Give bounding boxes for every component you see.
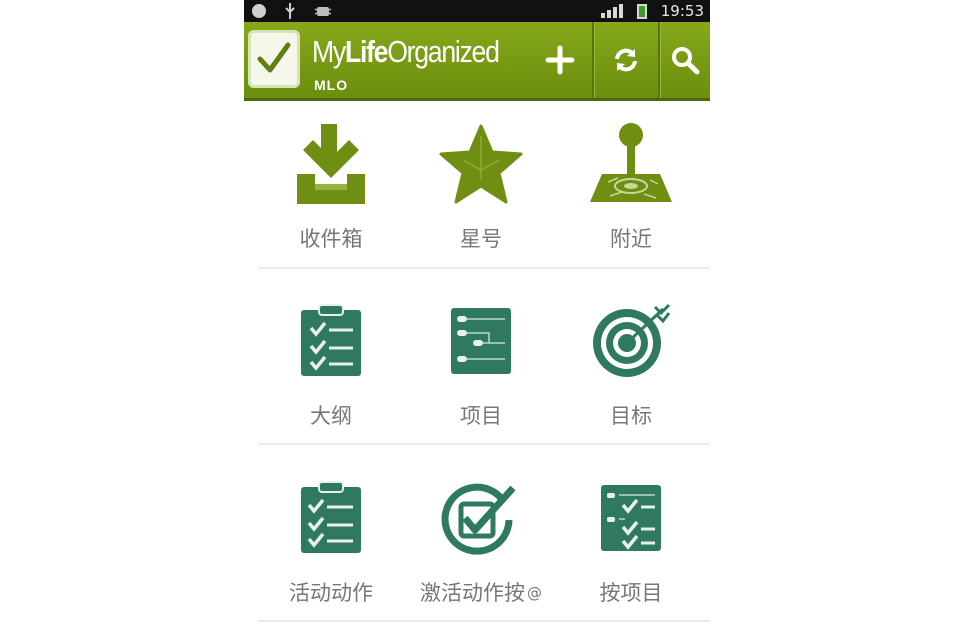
- app-title-life: Life: [344, 34, 389, 69]
- app-title: MyLifeOrganized: [312, 34, 500, 70]
- status-bar: 19:53: [244, 0, 710, 22]
- at-icon: @: [527, 584, 542, 602]
- by-project-checklist-icon: [601, 485, 661, 551]
- tile-starred[interactable]: 星号: [406, 101, 556, 277]
- tile-label: 附近: [610, 227, 652, 251]
- search-button[interactable]: [660, 22, 710, 98]
- tile-goals[interactable]: 目标: [556, 278, 706, 454]
- signal-icon: [600, 4, 623, 18]
- tile-label: 按项目: [599, 581, 663, 605]
- checkmark-logo-icon: [257, 42, 291, 73]
- check-circle-icon: [441, 483, 516, 555]
- plus-icon: [545, 45, 575, 75]
- inbox-download-icon: [297, 124, 365, 204]
- app-subtitle: MLO: [314, 77, 349, 93]
- android-debug-icon: [314, 7, 332, 16]
- tile-active-actions[interactable]: 活动动作: [256, 455, 406, 631]
- tile-label: 目标: [610, 404, 652, 428]
- tile-label: 项目: [460, 404, 502, 428]
- battery-icon: [636, 3, 647, 19]
- action-bar: MyLifeOrganized MLO: [244, 22, 710, 101]
- tile-label: 星号: [460, 227, 502, 251]
- status-time: 19:53: [660, 2, 704, 20]
- outline-clipboard-icon: [301, 304, 361, 376]
- menu-row-2: 大纲 项目 目标: [244, 278, 710, 454]
- menu-row-3: 活动动作 激活动作按 @ 按项目: [244, 455, 710, 631]
- search-icon: [672, 47, 700, 75]
- tile-nearby[interactable]: 附近: [556, 101, 706, 277]
- add-button[interactable]: [530, 22, 590, 98]
- sync-button[interactable]: [594, 22, 658, 98]
- tile-label: 收件箱: [299, 227, 363, 251]
- projects-board-icon: [451, 308, 511, 374]
- star-icon: [439, 124, 523, 204]
- phone-screen: 19:53 MyLifeOrganized MLO 收件箱 星号 附近 大纲 项…: [244, 0, 710, 637]
- usb-icon: [285, 3, 295, 19]
- app-logo[interactable]: [248, 30, 300, 88]
- notification-icon: [252, 4, 266, 18]
- sync-icon: [615, 48, 637, 72]
- app-title-organized: Organized: [387, 34, 500, 69]
- tile-activate-actions[interactable]: 激活动作按 @: [406, 455, 556, 631]
- tile-inbox[interactable]: 收件箱: [256, 101, 406, 277]
- menu-row-1: 收件箱 星号 附近: [244, 101, 710, 277]
- tile-by-project[interactable]: 按项目: [556, 455, 706, 631]
- tile-outline[interactable]: 大纲: [256, 278, 406, 454]
- target-icon: [593, 303, 671, 377]
- tile-label: 激活动作按 @: [420, 577, 542, 607]
- tile-label: 活动动作: [289, 581, 373, 605]
- tile-label-text: 激活动作按: [420, 581, 525, 605]
- location-pin-icon: [590, 123, 672, 202]
- tile-projects[interactable]: 项目: [406, 278, 556, 454]
- tile-label: 大纲: [310, 404, 352, 428]
- app-title-my: My: [312, 34, 346, 69]
- active-actions-clipboard-icon: [301, 481, 361, 553]
